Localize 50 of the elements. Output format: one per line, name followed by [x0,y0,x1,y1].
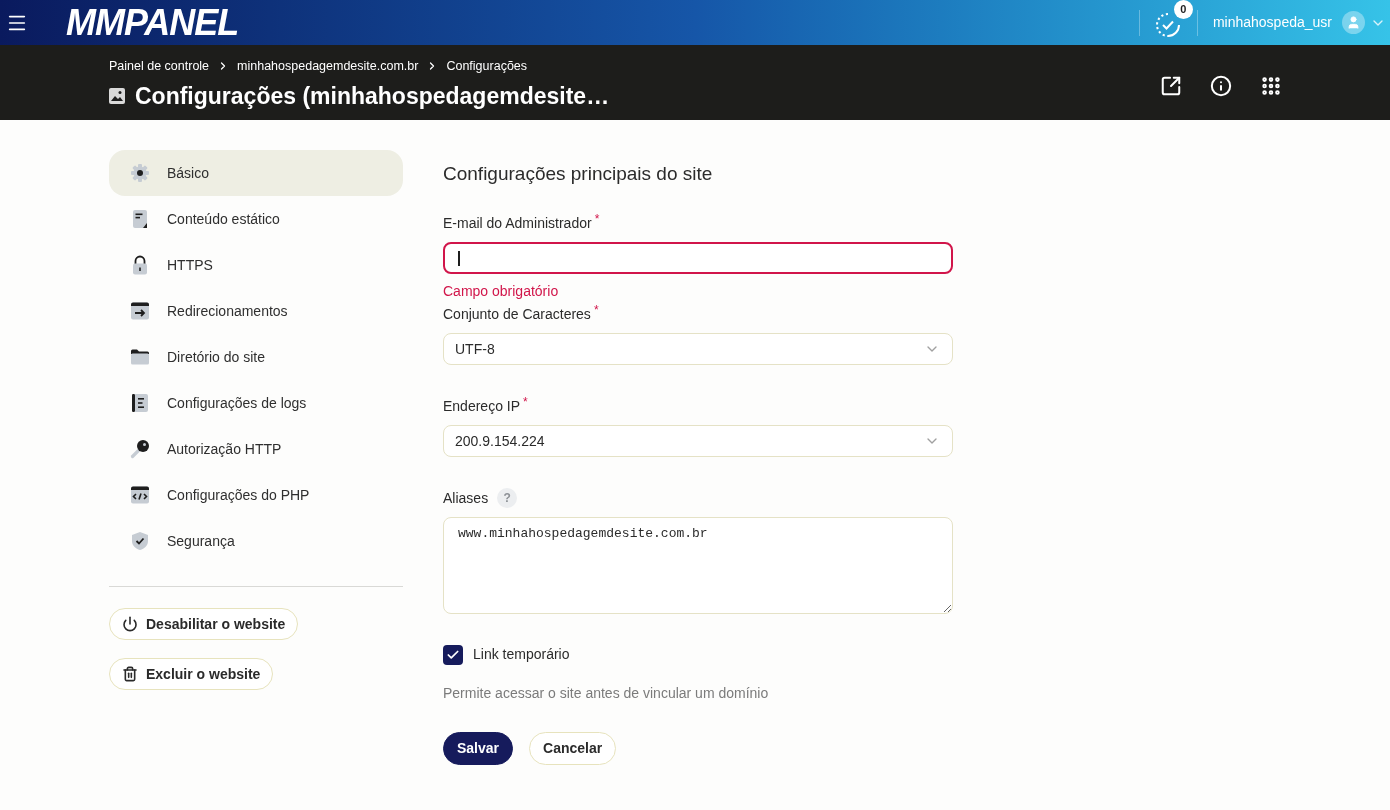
sidebar-item[interactable]: Segurança [109,518,403,564]
field-label: Conjunto de Caracteres [443,305,591,324]
image-icon [109,87,125,104]
circle-check-icon[interactable] [1154,11,1181,38]
external-link-icon[interactable] [1160,74,1182,97]
hint-text: Permite acessar o site antes de vincular um domínio [443,684,770,702]
page-title: Configurações (minhahospedagemdesite… [135,81,610,111]
save-button[interactable]: Salvar [443,732,514,765]
field-label: Endereço IP [443,397,521,416]
required-mark: * [593,304,599,316]
cancel-button[interactable]: Cancelar [529,732,617,765]
document-pen-icon [130,209,150,229]
field-label: E-mail do Administrador [443,214,592,233]
action-button[interactable]: Desabilitar o website [109,608,299,640]
shield-check-icon [130,531,150,551]
section-heading: Configurações principais do site [443,162,714,186]
action-button[interactable]: Excluir o website [109,658,274,690]
logo: MMPANEL [66,4,239,41]
code-window-icon [130,485,150,505]
breadcrumb-link[interactable]: Painel de controle [109,56,210,75]
list-document-icon [130,393,150,413]
task-count-badge: 0 [1173,0,1193,19]
sidebar-item[interactable]: Redirecionamentos [109,288,403,334]
checkbox-label: Link temporário [473,645,570,664]
sidebar-item[interactable]: Autorização HTTP [109,426,403,472]
required-mark: * [594,213,600,225]
sidebar-item[interactable]: HTTPS [109,242,403,288]
key-icon [130,439,150,459]
sidebar-item[interactable]: Conteúdo estático [109,196,403,242]
error-message: Campo obrigatório [443,282,560,300]
select-field[interactable]: UTF-8 [443,333,953,365]
gear-icon [130,163,150,183]
info-icon[interactable] [1210,74,1232,97]
email-input-field[interactable] [443,242,953,274]
trash-icon [122,666,138,682]
required-mark: * [523,396,528,408]
sidebar-item[interactable]: Configurações do PHP [109,472,403,518]
padlock-icon [130,255,150,275]
sidebar-item[interactable]: Básico [109,150,403,196]
apps-grid-icon[interactable] [1260,74,1282,97]
breadcrumb-current: Configurações [446,57,528,75]
checkbox[interactable] [443,644,463,665]
sidebar-item[interactable]: Diretório do site [109,334,403,380]
sidebar-item[interactable]: Configurações de logs [109,380,403,426]
power-icon [122,616,138,632]
folder-icon [130,347,150,367]
select-field[interactable]: 200.9.154.224 [443,425,953,457]
aliases-textarea[interactable]: www.minhahospedagemdesite.com.br [443,517,953,614]
field-label: Aliases [443,489,489,508]
breadcrumb-link[interactable]: minhahospedagemdesite.com.br [237,56,419,75]
